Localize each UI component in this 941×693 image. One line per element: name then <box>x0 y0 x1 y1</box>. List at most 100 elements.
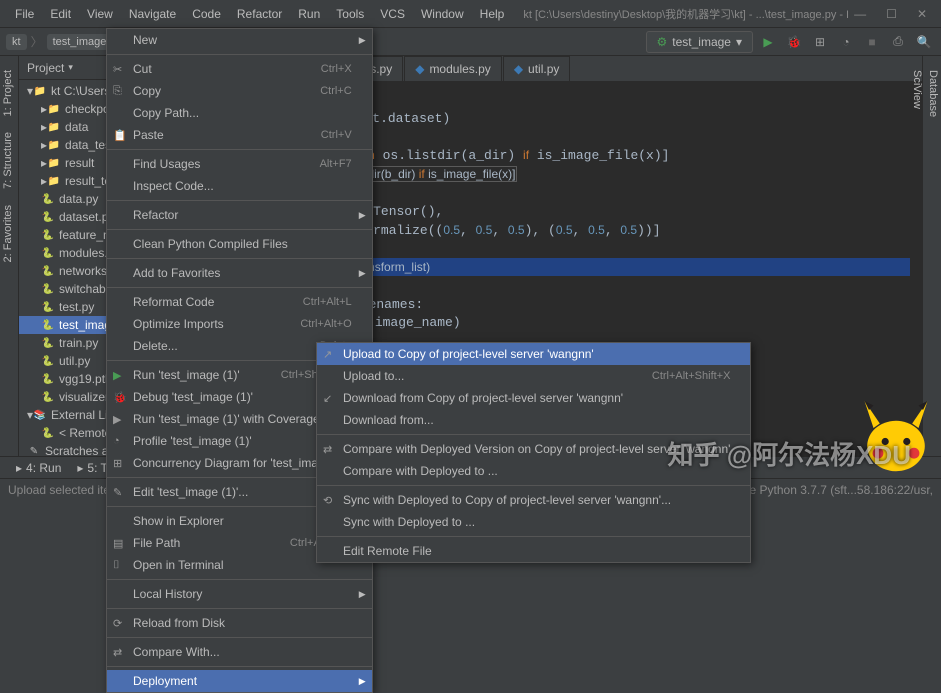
chevron-down-icon[interactable]: ▾ <box>68 62 73 73</box>
minimize-icon[interactable]: — <box>848 3 872 25</box>
deployment-submenu[interactable]: ↗Upload to Copy of project-level server … <box>316 342 751 563</box>
menu-item[interactable]: Refactor▶ <box>107 204 372 226</box>
menu-item-label: Sync with Deployed to Copy of project-le… <box>343 493 671 507</box>
menu-code[interactable]: Code <box>185 3 228 25</box>
bottom-tab[interactable]: ▸4: Run <box>8 459 69 477</box>
menu-item[interactable]: ⟲Sync with Deployed to Copy of project-l… <box>317 489 750 511</box>
menu-item-icon: ✂ <box>113 63 127 76</box>
menu-item[interactable]: ✂CutCtrl+X <box>107 58 372 80</box>
menu-item-label: Download from Copy of project-level serv… <box>343 391 623 405</box>
menu-item-label: Refactor <box>133 208 178 222</box>
menu-file[interactable]: File <box>8 3 41 25</box>
menu-item-label: Run 'test_image (1)' with Coverage <box>133 412 320 426</box>
menu-item-label: Reformat Code <box>133 295 214 309</box>
menu-item[interactable]: Optimize ImportsCtrl+Alt+O <box>107 313 372 335</box>
menu-run[interactable]: Run <box>291 3 327 25</box>
menu-item[interactable]: ⎘CopyCtrl+C <box>107 80 372 102</box>
menu-item[interactable]: Inspect Code... <box>107 175 372 197</box>
run-config-selector[interactable]: ⚙ test_image ▾ <box>646 31 754 53</box>
coverage-button[interactable]: ⊞ <box>809 31 831 53</box>
menu-item-icon: 📋 <box>113 129 127 142</box>
stop-button[interactable]: ■ <box>861 31 883 53</box>
status-interpreter: note Python 3.7.7 (sft...58.186:22/usr, <box>733 483 933 497</box>
editor-tab[interactable]: ◆util.py <box>503 56 571 81</box>
menu-help[interactable]: Help <box>473 3 512 25</box>
menu-item[interactable]: New▶ <box>107 29 372 51</box>
menu-separator <box>107 258 372 259</box>
menu-item[interactable]: Clean Python Compiled Files <box>107 233 372 255</box>
menu-vcs[interactable]: VCS <box>373 3 412 25</box>
menu-item[interactable]: ⇄Compare With... <box>107 641 372 663</box>
search-button[interactable]: 🔍 <box>913 31 935 53</box>
menu-item[interactable]: Find UsagesAlt+F7 <box>107 153 372 175</box>
python-icon: ◆ <box>415 62 424 76</box>
menu-item[interactable]: Download from... <box>317 409 750 431</box>
menu-item[interactable]: 📋PasteCtrl+V <box>107 124 372 146</box>
menu-tools[interactable]: Tools <box>329 3 371 25</box>
profile-button[interactable]: ◔ <box>835 31 857 53</box>
status-message: Upload selected ite <box>8 483 110 497</box>
sidebar-tab[interactable]: 2: Favorites <box>0 197 18 270</box>
menu-item[interactable]: Add to Favorites▶ <box>107 262 372 284</box>
menu-separator <box>107 200 372 201</box>
chevron-down-icon: ▾ <box>736 35 742 49</box>
run-button[interactable]: ▶ <box>757 31 779 53</box>
sidebar-tab[interactable]: 1: Project <box>0 62 18 124</box>
menu-edit[interactable]: Edit <box>43 3 78 25</box>
editor-tab[interactable]: ◆modules.py <box>404 56 502 81</box>
tree-label: visualizer. <box>59 390 112 404</box>
tree-label: data <box>65 120 88 134</box>
menu-item[interactable]: ↙Download from Copy of project-level ser… <box>317 387 750 409</box>
py-icon: 🐍 <box>41 264 55 278</box>
close-icon[interactable]: ✕ <box>911 3 933 25</box>
menu-item[interactable]: Reformat CodeCtrl+Alt+L <box>107 291 372 313</box>
submenu-arrow-icon: ▶ <box>359 676 366 687</box>
sidebar-tab[interactable]: 7: Structure <box>0 124 18 197</box>
menu-navigate[interactable]: Navigate <box>122 3 183 25</box>
menu-item-label: Compare with Deployed Version on Copy of… <box>343 442 730 456</box>
debug-button[interactable]: 🐞 <box>783 31 805 53</box>
menu-item-icon: ▤ <box>113 537 127 550</box>
menu-item[interactable]: Compare with Deployed to ... <box>317 460 750 482</box>
menu-item[interactable]: Upload to...Ctrl+Alt+Shift+X <box>317 365 750 387</box>
menu-separator <box>107 287 372 288</box>
sidebar-tab[interactable]: Database <box>925 62 941 478</box>
menu-window[interactable]: Window <box>414 3 471 25</box>
menu-item[interactable]: Local History▶ <box>107 583 372 605</box>
tree-label: feature_m <box>59 228 113 242</box>
dir-icon: 📁 <box>47 102 61 116</box>
menu-item-label: Paste <box>133 128 164 142</box>
menu-item[interactable]: ↗Upload to Copy of project-level server … <box>317 343 750 365</box>
py-icon: 🐍 <box>41 300 55 314</box>
project-panel-title[interactable]: Project <box>27 61 64 75</box>
breadcrumb: kt〉test_image <box>6 33 112 50</box>
menu-item-label: Run 'test_image (1)' <box>133 368 240 382</box>
menu-item[interactable]: Edit Remote File <box>317 540 750 562</box>
menu-view[interactable]: View <box>80 3 120 25</box>
menu-item[interactable]: ⟳Reload from Disk <box>107 612 372 634</box>
python-icon: ◆ <box>514 62 523 76</box>
breadcrumb-item[interactable]: test_image <box>47 34 113 50</box>
menu-item[interactable]: ⇄Compare with Deployed Version on Copy o… <box>317 438 750 460</box>
menu-item-icon: ▶ <box>113 369 127 382</box>
menu-item-label: Debug 'test_image (1)' <box>133 390 253 404</box>
menu-item-label: Upload to... <box>343 369 404 383</box>
menu-item-icon: ⊞ <box>113 457 127 470</box>
menu-item-label: Download from... <box>343 413 434 427</box>
run-config-icon: ⚙ <box>657 35 668 49</box>
menu-item[interactable]: Deployment▶ <box>107 670 372 692</box>
menu-item-label: Clean Python Compiled Files <box>133 237 288 251</box>
menu-item[interactable]: Copy Path... <box>107 102 372 124</box>
menu-refactor[interactable]: Refactor <box>230 3 289 25</box>
menu-item-icon: ⇄ <box>113 646 127 659</box>
menu-separator <box>107 579 372 580</box>
menu-item[interactable]: Sync with Deployed to ... <box>317 511 750 533</box>
window-buttons: — ☐ ✕ <box>848 3 933 25</box>
sidebar-tab[interactable]: SciView <box>909 62 925 478</box>
vcs-button[interactable]: ⎙ <box>887 31 909 53</box>
maximize-icon[interactable]: ☐ <box>880 3 903 25</box>
menubar: FileEditViewNavigateCodeRefactorRunTools… <box>8 3 511 25</box>
shortcut-label: Ctrl+X <box>301 63 352 75</box>
breadcrumb-item[interactable]: kt <box>6 34 27 50</box>
menu-item-label: Delete... <box>133 339 178 353</box>
